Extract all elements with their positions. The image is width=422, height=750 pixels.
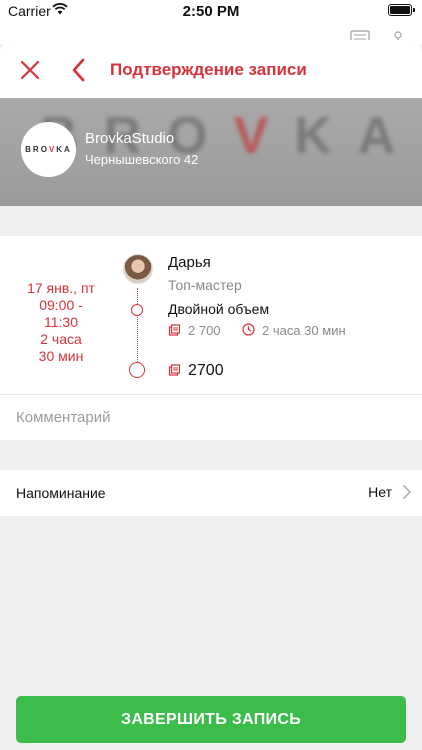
- page-title: Подтверждение записи: [110, 60, 307, 79]
- appointment-datetime: 17 янв., пт 09:00 - 11:30 2 часа 30 мин: [14, 280, 108, 365]
- clock-icon: [242, 323, 255, 336]
- reminder-value: Нет: [368, 484, 392, 500]
- appointment-duration-hours: 2 часа: [40, 331, 82, 347]
- master-role: Топ-мастер: [168, 277, 242, 293]
- battery-icon: [388, 4, 415, 16]
- price-tag-icon: [168, 324, 180, 336]
- studio-name: BrovkaStudio: [85, 130, 175, 147]
- reminder-row[interactable]: Напоминание Нет: [0, 470, 422, 516]
- appointment-date: 17 янв., пт: [27, 280, 95, 296]
- nav-bar: Подтверждение записи: [0, 40, 422, 98]
- studio-logo: BROVKA: [21, 122, 76, 177]
- comment-input[interactable]: [16, 395, 406, 439]
- studio-logo-text: BROVKA: [25, 145, 72, 154]
- appointment-time-start: 09:00 -: [39, 297, 83, 313]
- status-bar: Carrier 2:50 PM: [0, 0, 422, 44]
- service-duration: 2 часа 30 мин: [262, 323, 346, 338]
- appointment-card: 17 янв., пт 09:00 - 11:30 2 часа 30 мин …: [0, 236, 422, 394]
- avatar: [123, 254, 153, 284]
- confirmation-sheet: Подтверждение записи BROVKA BROVKA Brovk…: [0, 40, 422, 750]
- back-icon[interactable]: [68, 57, 90, 83]
- appointment-duration-minutes: 30 мин: [38, 348, 84, 364]
- timeline-dot-service: [131, 304, 143, 316]
- studio-address: Чернышевского 42: [85, 152, 199, 167]
- close-icon[interactable]: [18, 58, 42, 82]
- service-name: Двойной объем: [168, 301, 270, 317]
- studio-banner: BROVKA BROVKA BrovkaStudio Чернышевского…: [0, 98, 422, 206]
- total-price: 2700: [188, 362, 224, 379]
- finish-booking-button[interactable]: ЗАВЕРШИТЬ ЗАПИСЬ: [16, 696, 406, 743]
- timeline-line: [137, 288, 138, 372]
- timeline-dot-total: [129, 362, 145, 378]
- comment-row: [0, 394, 422, 440]
- service-price: 2 700: [188, 323, 221, 338]
- clock-time: 2:50 PM: [182, 3, 240, 20]
- chevron-right-icon: [403, 485, 411, 499]
- master-name: Дарья: [168, 254, 211, 271]
- reminder-label: Напоминание: [16, 485, 106, 501]
- appointment-time-end: 11:30: [44, 314, 78, 330]
- price-tag-icon: [168, 364, 180, 376]
